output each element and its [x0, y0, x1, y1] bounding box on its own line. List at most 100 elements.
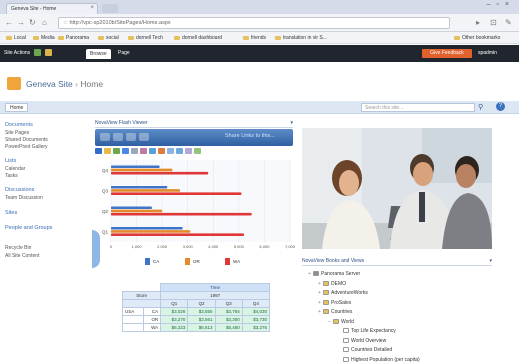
bar[interactable] — [111, 168, 173, 172]
quick-launch-sub[interactable]: Team Discussion — [5, 195, 43, 201]
bookmark-item[interactable]: translation in vir S... — [275, 35, 327, 41]
viewer-forward-button[interactable] — [113, 133, 123, 141]
forward-icon[interactable]: → — [17, 18, 25, 27]
chart-type-icon[interactable] — [122, 148, 129, 154]
quick-launch-sub[interactable]: Recycle Bin — [5, 245, 31, 251]
pivot-cell: $3,026 — [160, 307, 189, 316]
quick-launch-sub[interactable]: Tasks — [5, 173, 18, 179]
site-actions-menu[interactable]: Site Actions — [4, 50, 30, 56]
bar[interactable] — [111, 185, 168, 189]
bar[interactable] — [111, 212, 252, 216]
quick-launch-heading[interactable]: Sites — [5, 210, 17, 216]
bookmark-item[interactable]: Other bookmarks — [454, 35, 500, 41]
pivot-row-label: CA — [142, 307, 162, 316]
chart-type-icon[interactable] — [158, 148, 165, 154]
quick-launch-sub[interactable]: Shared Documents — [5, 137, 48, 143]
tab-title: Geneva Site - Home — [11, 6, 57, 12]
chart-type-icon[interactable] — [194, 148, 201, 154]
chart-type-icon[interactable] — [167, 148, 174, 154]
bookmark-item[interactable]: Local — [6, 35, 26, 41]
chart-type-icon[interactable] — [113, 148, 120, 154]
tree-node[interactable]: + Panorama Server — [308, 271, 360, 277]
x-tick-label: 1,000 — [132, 244, 143, 249]
tree-node[interactable]: + DEMO — [318, 281, 346, 287]
tree-node[interactable]: – World — [328, 319, 354, 325]
search-input[interactable]: Search this site... — [361, 103, 475, 112]
tree-node-label: Top Life Expectancy — [351, 328, 396, 334]
bar[interactable] — [111, 226, 183, 230]
page-menu-icon[interactable]: ▸ — [476, 18, 480, 27]
tree-node-label: AdventureWorks — [331, 290, 368, 296]
chart-type-icon[interactable] — [140, 148, 147, 154]
bookmark-item[interactable]: social — [98, 35, 119, 41]
browser-tab[interactable]: Geneva Site - Home × — [6, 3, 98, 14]
tree-node[interactable]: World Overview — [338, 338, 386, 344]
tree-node[interactable]: Top Life Expectancy — [338, 328, 396, 334]
viewer-home-button[interactable] — [126, 133, 136, 141]
help-icon[interactable]: ? — [496, 102, 505, 111]
new-tab-button[interactable] — [102, 4, 118, 13]
tree-node[interactable]: + Countries — [318, 309, 352, 315]
bookmark-item[interactable]: friends — [243, 35, 266, 41]
address-bar[interactable]: ☆ http://vpc-sp2010b/SitePages/Home.aspx — [58, 17, 450, 29]
tree-node[interactable]: Highest Population (per capita) — [338, 357, 420, 363]
pivot-cell: $3,270 — [160, 315, 189, 324]
webpart-menu-icon[interactable]: ▾ — [489, 258, 492, 264]
wrench-icon[interactable]: ✎ — [505, 18, 512, 27]
bar[interactable] — [111, 165, 160, 169]
bar[interactable] — [111, 189, 181, 192]
bar[interactable] — [111, 230, 191, 233]
bookmark-page-icon[interactable]: ⊡ — [490, 18, 497, 27]
quick-launch-sub[interactable]: Site Pages — [5, 130, 29, 136]
close-tab-icon[interactable]: × — [90, 5, 94, 11]
share-link[interactable]: Share Links to this... — [225, 133, 275, 139]
tab-browse[interactable]: Browse — [86, 49, 111, 59]
bar[interactable] — [111, 206, 152, 210]
bookmark-item[interactable]: dornell Tech — [128, 35, 163, 41]
chart-type-icon[interactable] — [95, 148, 102, 154]
navigate-up-icon[interactable] — [34, 49, 41, 56]
webpart-menu-icon[interactable]: ▾ — [290, 120, 293, 126]
tree-title: NovaView Books and Views — [302, 258, 365, 264]
give-feedback-button[interactable]: Give Feedback — [422, 49, 472, 58]
user-menu[interactable]: spadmin — [478, 50, 497, 56]
chart-type-icon[interactable] — [131, 148, 138, 154]
bar[interactable] — [111, 192, 242, 195]
tree-node[interactable]: Countries Detailed — [338, 347, 392, 353]
bar[interactable] — [111, 171, 209, 175]
edit-page-icon[interactable] — [45, 49, 52, 56]
home-icon[interactable]: ⌂ — [42, 18, 47, 27]
tree-node[interactable]: + ProSales — [318, 300, 351, 306]
x-tick-label: 4,000 — [208, 244, 219, 249]
reload-icon[interactable]: ↻ — [29, 18, 36, 27]
chart-type-icon[interactable] — [185, 148, 192, 154]
viewer-back-button[interactable] — [100, 133, 110, 141]
tree-node-label: Panorama Server — [321, 271, 361, 277]
tree-node[interactable]: + AdventureWorks — [318, 290, 368, 296]
bar[interactable] — [111, 209, 163, 213]
quick-launch-sub[interactable]: All Site Content — [5, 253, 39, 259]
quick-launch-heading[interactable]: Lists — [5, 158, 16, 164]
nav-home-tab[interactable]: Home — [5, 103, 29, 112]
pivot-row-group: USA — [122, 307, 144, 316]
search-icon[interactable]: ⚲ — [478, 103, 483, 111]
bookmark-item[interactable]: Media — [33, 35, 55, 41]
chart-type-icon[interactable] — [149, 148, 156, 154]
bookmark-item[interactable]: Panorama — [58, 35, 89, 41]
quick-launch-heading[interactable]: Discussions — [5, 187, 34, 193]
quick-launch-sub[interactable]: Calendar — [5, 166, 25, 172]
window-controls[interactable]: –▫× — [487, 1, 515, 8]
chart-type-icon[interactable] — [176, 148, 183, 154]
quick-launch-heading[interactable]: People and Groups — [5, 225, 52, 231]
quick-launch-sub[interactable]: PowerPivot Gallery — [5, 144, 48, 150]
pivot-cell: $6,613 — [187, 323, 216, 332]
site-title-link[interactable]: Geneva Site — [26, 79, 73, 89]
pivot-quarter: Q1 — [160, 299, 189, 308]
chart-type-icon[interactable] — [104, 148, 111, 154]
tab-page[interactable]: Page — [118, 50, 130, 56]
back-icon[interactable]: ← — [5, 18, 13, 27]
bar[interactable] — [111, 233, 244, 236]
viewer-save-button[interactable] — [139, 133, 149, 141]
bookmark-item[interactable]: dornell dashboard — [174, 35, 222, 41]
quick-launch-heading[interactable]: Documents — [5, 122, 33, 128]
